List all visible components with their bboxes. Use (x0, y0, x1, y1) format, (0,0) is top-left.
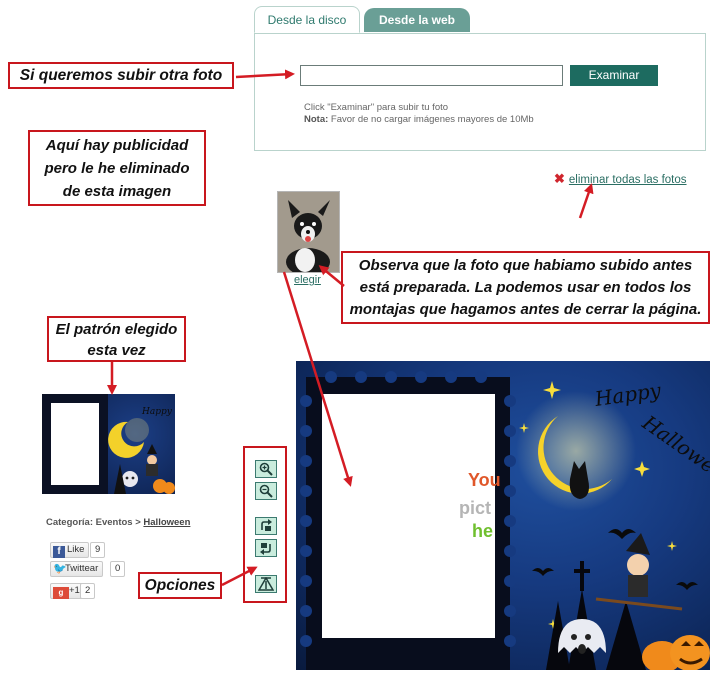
fit-to-frame-button[interactable] (255, 575, 277, 593)
annotation-photo-line: está preparada. La podemos usar en todos… (359, 279, 692, 296)
upload-hint-line: Click "Examinar" para subir tu foto (304, 102, 449, 113)
upload-note: Nota: Favor de no cargar imágenes mayore… (304, 114, 534, 126)
annotation-photo-ready: Observa que la foto que habiamo subido a… (341, 251, 710, 324)
facebook-like-count: 9 (90, 542, 106, 558)
rotate-left-button[interactable] (255, 517, 277, 535)
rotate-left-icon (261, 519, 272, 531)
selected-pattern-thumbnail[interactable]: Happy (42, 394, 175, 494)
note-text: Favor de no cargar imágenes mayores de 1… (328, 114, 534, 125)
annotation-upload-other: Si queremos subir otra foto (8, 62, 234, 89)
halloween-pattern-art: Happy (42, 394, 175, 494)
delete-x-icon: ✖ (554, 171, 565, 186)
category-breadcrumb: Categoría: Eventos > Halloween (46, 517, 190, 528)
halloween-text: Halloween (637, 410, 710, 492)
dog-photo (278, 192, 339, 272)
category-halloween-link[interactable]: Halloween (143, 517, 190, 528)
twitter-tweet-button[interactable]: 🐦Twittear (50, 561, 104, 577)
twitter-count: 0 (110, 561, 126, 577)
delete-all-photos[interactable]: ✖ eliminar todas las fotos (554, 171, 687, 187)
placeholder-text-3: he (472, 521, 493, 541)
category-label: Categoría: Eventos > (46, 517, 144, 528)
annotation-photo-line: Observa que la foto que habiamo subido a… (358, 257, 693, 274)
upload-hint: Click "Examinar" para subir tu foto Nota… (304, 102, 534, 126)
facebook-like-button[interactable]: f Like (50, 542, 90, 558)
note-label: Nota: (304, 114, 329, 125)
halloween-frame-art: You pict he Happy Halloween (300, 371, 710, 670)
google-plus-label: +1 (69, 585, 80, 596)
happy-text: Happy (592, 378, 663, 411)
annotation-options: Opciones (138, 572, 222, 599)
google-plus-icon: g (53, 587, 69, 599)
annotation-pattern-line: El patrón elegido (55, 321, 178, 338)
montage-canvas[interactable]: You pict he Happy Halloween (296, 361, 710, 670)
facebook-like-label: Like (67, 544, 85, 555)
zoom-out-icon (259, 484, 273, 498)
annotation-pattern: El patrón elegido esta vez (47, 316, 186, 362)
fit-icon (258, 577, 274, 591)
zoom-in-icon (259, 462, 273, 476)
delete-all-link[interactable]: eliminar todas las fotos (569, 174, 687, 186)
zoom-in-button[interactable] (255, 460, 277, 478)
tab-desde-disco[interactable]: Desde la disco (254, 6, 360, 33)
annotation-ads-line: de esta imagen (62, 183, 172, 200)
rotate-right-icon (260, 543, 271, 555)
twitter-label: Twittear (65, 563, 99, 574)
annotation-ads-line: Aquí hay publicidad (45, 137, 189, 154)
twitter-icon: 🐦 (53, 563, 67, 575)
zoom-out-button[interactable] (255, 482, 277, 500)
rotate-right-button[interactable] (255, 539, 277, 557)
uploaded-photo-thumbnail[interactable] (277, 191, 340, 273)
annotation-ads-removed: Aquí hay publicidad pero le he eliminado… (28, 130, 206, 206)
placeholder-text-2: pict (459, 498, 491, 518)
examinar-button[interactable]: Examinar (570, 65, 658, 86)
file-path-input[interactable] (300, 65, 563, 86)
placeholder-text-1: You (468, 470, 501, 490)
annotation-photo-line: montajas que hagamos antes de cerrar la … (349, 301, 702, 318)
annotation-pattern-line: esta vez (87, 342, 146, 359)
choose-photo-link[interactable]: elegir (294, 274, 321, 286)
tab-desde-web[interactable]: Desde la web (364, 8, 470, 32)
google-plus-count: 2 (80, 583, 96, 599)
svg-text:Happy: Happy (141, 407, 173, 417)
annotation-ads-line: pero le he eliminado (44, 160, 190, 177)
options-toolbar (243, 446, 287, 603)
facebook-icon: f (53, 546, 65, 558)
upload-panel (254, 33, 706, 151)
